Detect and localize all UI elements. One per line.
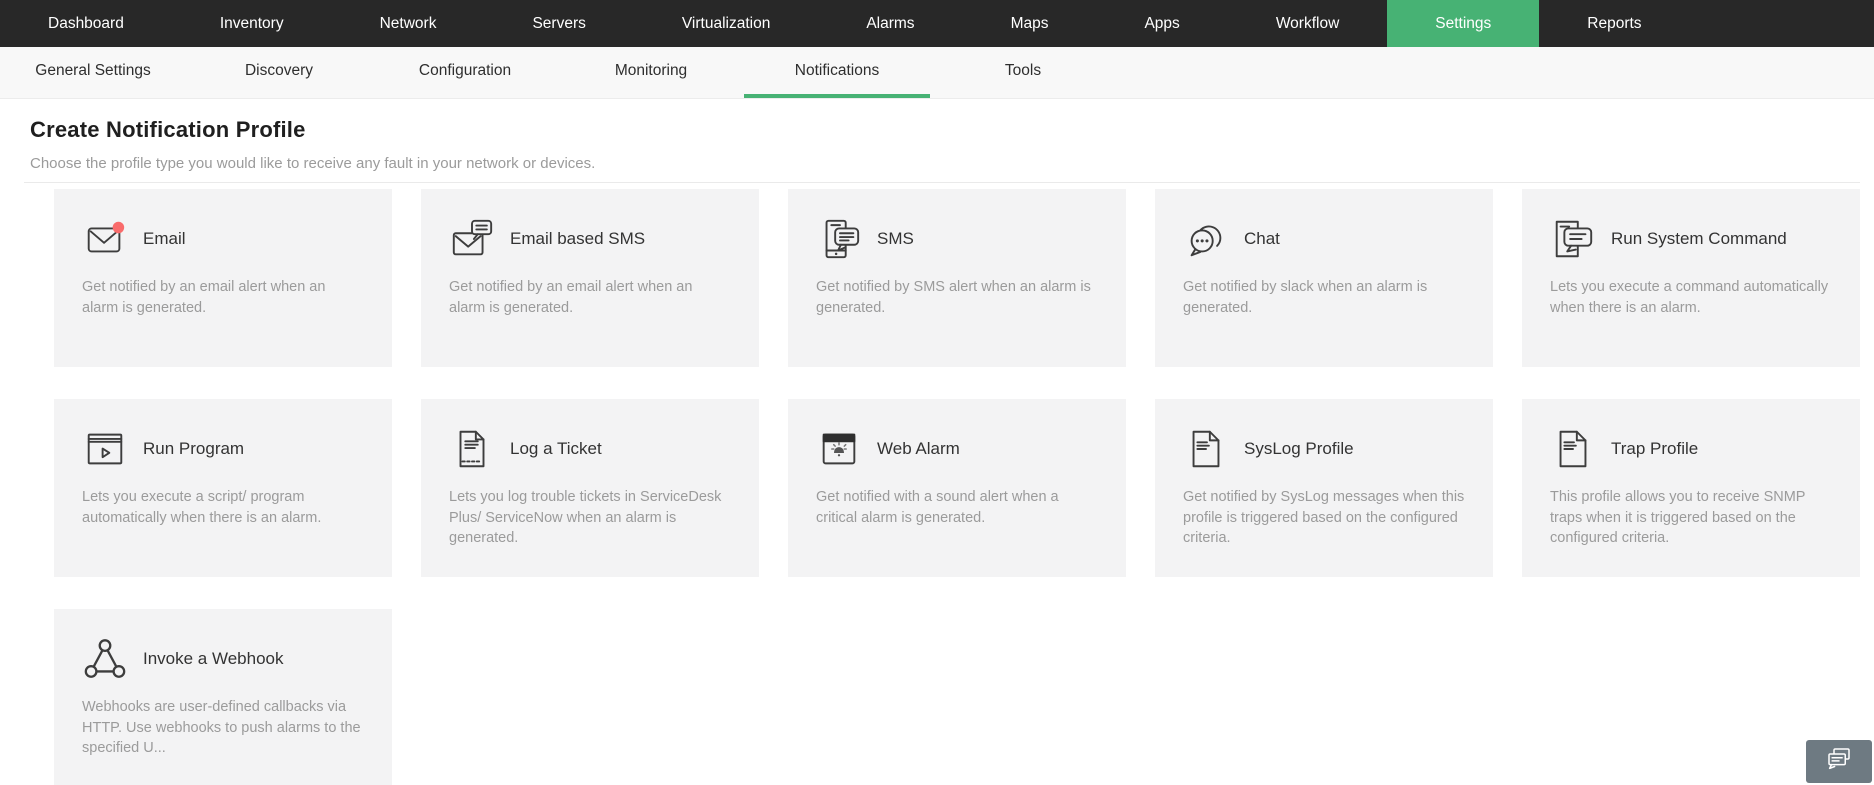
profile-description: Lets you execute a script/ program autom… (82, 487, 364, 528)
profile-description: Get notified with a sound alert when a c… (816, 487, 1098, 528)
sub-nav-tab[interactable]: Discovery (186, 47, 372, 98)
top-nav-item[interactable]: Maps (963, 0, 1097, 47)
system-command-icon (1550, 216, 1596, 262)
profile-title: SMS (877, 229, 914, 249)
top-nav-item-label: Dashboard (48, 15, 124, 33)
top-nav-item[interactable]: Network (332, 0, 485, 47)
sms-icon (816, 216, 862, 262)
top-nav-item[interactable]: Inventory (172, 0, 332, 47)
profile-description: This profile allows you to receive SNMP … (1550, 487, 1832, 549)
sub-nav-tab[interactable]: Monitoring (558, 47, 744, 98)
run-program-icon (82, 426, 128, 472)
chat-console-button[interactable] (1806, 740, 1872, 783)
profile-description: Webhooks are user-defined callbacks via … (82, 697, 364, 759)
profile-title: Email (143, 229, 186, 249)
profile-description: Get notified by an email alert when an a… (449, 277, 731, 318)
profile-card-header: Email (82, 215, 364, 263)
sub-nav-tab-label: General Settings (35, 62, 150, 79)
chat-icon (1183, 216, 1229, 262)
profile-card-header: SysLog Profile (1183, 425, 1465, 473)
log-ticket-icon (449, 426, 495, 472)
profile-title: Run System Command (1611, 229, 1787, 249)
profile-description: Lets you log trouble tickets in ServiceD… (449, 487, 731, 549)
email-icon (82, 216, 128, 262)
top-navigation: Dashboard Inventory Network Servers Virt… (0, 0, 1874, 47)
profile-card-header: Run Program (82, 425, 364, 473)
top-nav-item-label: Virtualization (682, 15, 770, 33)
profile-title: Trap Profile (1611, 439, 1698, 459)
notification-profile-card[interactable]: Web Alarm Get notified with a sound aler… (788, 399, 1126, 577)
profile-title: Log a Ticket (510, 439, 602, 459)
top-nav-item-label: Reports (1587, 15, 1641, 33)
top-nav-item[interactable]: Apps (1096, 0, 1227, 47)
profile-card-header: Email based SMS (449, 215, 731, 263)
top-nav-item[interactable]: Workflow (1228, 0, 1387, 47)
notification-profile-card[interactable]: SMS Get notified by SMS alert when an al… (788, 189, 1126, 367)
top-nav-item[interactable]: Settings (1387, 0, 1539, 47)
top-nav-item-label: Alarms (866, 15, 914, 33)
sub-nav-tab[interactable]: General Settings (0, 47, 186, 98)
notification-profile-card[interactable]: Run Program Lets you execute a script/ p… (54, 399, 392, 577)
top-nav-item[interactable]: Virtualization (634, 0, 818, 47)
profile-description: Get notified by SMS alert when an alarm … (816, 277, 1098, 318)
profile-card-header: Web Alarm (816, 425, 1098, 473)
notification-profile-card[interactable]: Trap Profile This profile allows you to … (1522, 399, 1860, 577)
notification-profile-card[interactable]: Invoke a Webhook Webhooks are user-defin… (54, 609, 392, 785)
settings-sub-navigation: General Settings Discovery Configuration… (0, 47, 1874, 99)
webhook-icon (82, 636, 128, 682)
notification-profile-card[interactable]: Chat Get notified by slack when an alarm… (1155, 189, 1493, 367)
profile-description: Get notified by slack when an alarm is g… (1183, 277, 1465, 318)
profile-card-header: Invoke a Webhook (82, 635, 364, 683)
profile-title: SysLog Profile (1244, 439, 1354, 459)
top-nav-item-label: Apps (1144, 15, 1179, 33)
top-nav-item[interactable]: Dashboard (0, 0, 172, 47)
notification-profile-card[interactable]: SysLog Profile Get notified by SysLog me… (1155, 399, 1493, 577)
notification-profile-card[interactable]: Email Get notified by an email alert whe… (54, 189, 392, 367)
sub-nav-tab[interactable]: Notifications (744, 47, 930, 98)
web-alarm-icon (816, 426, 862, 472)
top-nav-item-label: Maps (1011, 15, 1049, 33)
sub-nav-tab[interactable]: Configuration (372, 47, 558, 98)
notification-profiles-grid: Email Get notified by an email alert whe… (54, 189, 1860, 785)
top-nav-item-label: Network (380, 15, 437, 33)
main-content: Create Notification Profile Choose the p… (0, 99, 1874, 785)
trap-profile-icon (1550, 426, 1596, 472)
notification-profile-card[interactable]: Email based SMS Get notified by an email… (421, 189, 759, 367)
notification-profile-card[interactable]: Log a Ticket Lets you log trouble ticket… (421, 399, 759, 577)
top-nav-item-label: Settings (1435, 15, 1491, 33)
profile-description: Get notified by an email alert when an a… (82, 277, 364, 318)
notification-profile-card[interactable]: Run System Command Lets you execute a co… (1522, 189, 1860, 367)
page-title: Create Notification Profile (30, 117, 1874, 143)
sub-nav-tab-label: Discovery (245, 62, 313, 79)
profile-title: Chat (1244, 229, 1280, 249)
top-nav-item-label: Servers (532, 15, 585, 33)
email-sms-icon (449, 216, 495, 262)
profile-title: Invoke a Webhook (143, 649, 284, 669)
profile-description: Get notified by SysLog messages when thi… (1183, 487, 1465, 549)
page-subtitle: Choose the profile type you would like t… (30, 155, 1874, 172)
top-nav-item-label: Workflow (1276, 15, 1339, 33)
top-nav-item[interactable]: Servers (484, 0, 633, 47)
profile-card-header: Chat (1183, 215, 1465, 263)
chat-console-icon (1822, 744, 1856, 779)
profile-card-header: Run System Command (1550, 215, 1832, 263)
syslog-profile-icon (1183, 426, 1229, 472)
profile-card-header: Log a Ticket (449, 425, 731, 473)
profile-description: Lets you execute a command automatically… (1550, 277, 1832, 318)
sub-nav-tab-label: Notifications (795, 62, 879, 79)
top-nav-item-label: Inventory (220, 15, 284, 33)
sub-nav-tab[interactable]: Tools (930, 47, 1116, 98)
sub-nav-tab-label: Configuration (419, 62, 511, 79)
top-nav-item[interactable]: Alarms (818, 0, 962, 47)
profile-title: Email based SMS (510, 229, 645, 249)
top-nav-item[interactable]: Reports (1539, 0, 1689, 47)
profile-card-header: Trap Profile (1550, 425, 1832, 473)
profile-title: Run Program (143, 439, 244, 459)
sub-nav-tab-label: Tools (1005, 62, 1041, 79)
sub-nav-tab-label: Monitoring (615, 62, 687, 79)
profile-card-header: SMS (816, 215, 1098, 263)
profile-title: Web Alarm (877, 439, 960, 459)
notification-profiles-area: Email Get notified by an email alert whe… (24, 182, 1860, 785)
